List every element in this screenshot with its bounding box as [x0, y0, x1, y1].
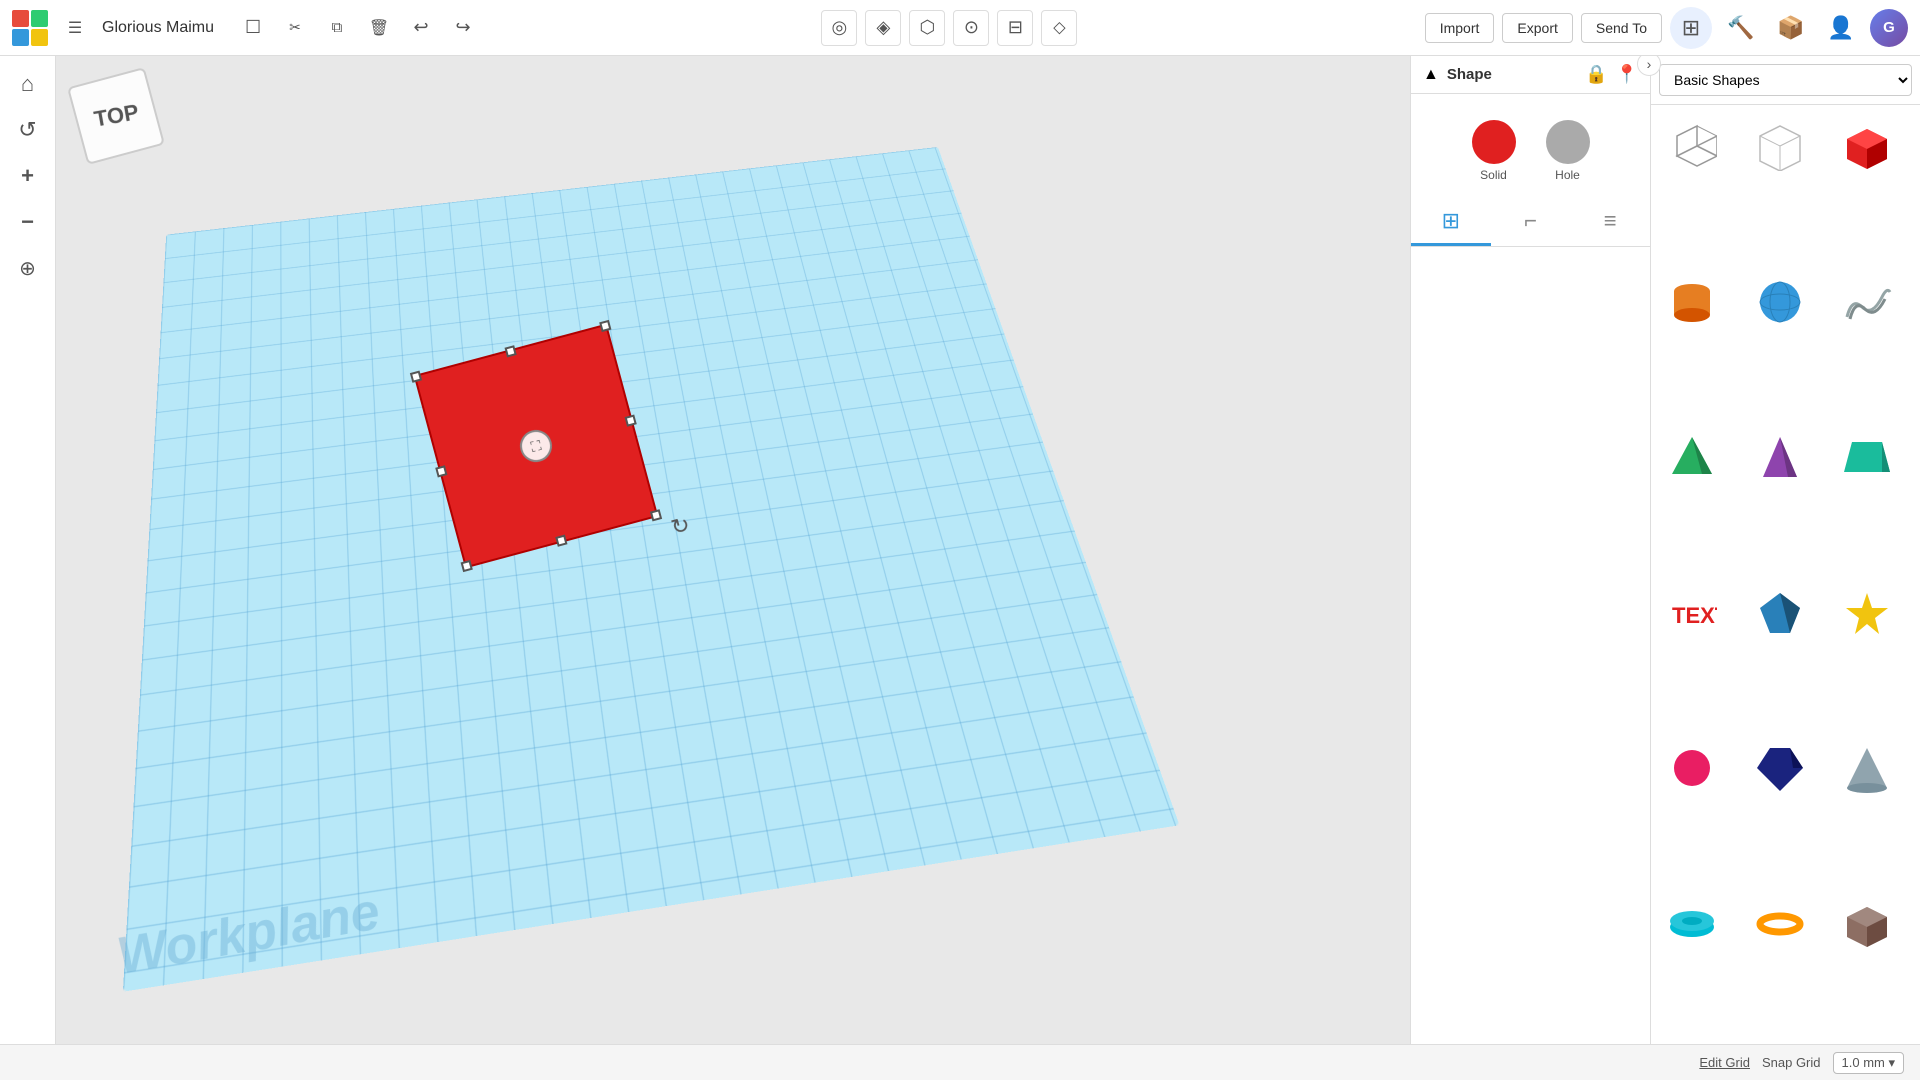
send-to-button[interactable]: Send To: [1581, 13, 1662, 43]
handle-tm[interactable]: [505, 345, 517, 357]
shape-collapse-button[interactable]: ▲: [1423, 66, 1439, 84]
shape-item-star-yellow[interactable]: [1832, 578, 1902, 648]
shape-item-spiral[interactable]: [1832, 267, 1902, 337]
shape-item-prism-teal[interactable]: [1832, 422, 1902, 492]
zoom-in-button[interactable]: +: [8, 156, 48, 196]
hole-circle: [1546, 120, 1590, 164]
canvas-area[interactable]: Workplane TOP ⛶ ↻: [56, 56, 1410, 1044]
select-tool-button[interactable]: ⬡: [909, 10, 945, 46]
solid-type[interactable]: Solid: [1472, 120, 1516, 182]
panel-tabs: ⊞ ⌐ ≡: [1411, 198, 1650, 247]
redo-button[interactable]: ↪: [444, 9, 482, 47]
shape-item-cylinder[interactable]: [1657, 267, 1727, 337]
view-indicator: TOP: [67, 67, 165, 165]
more-button[interactable]: ⊕: [8, 248, 48, 288]
solid-label: Solid: [1480, 168, 1507, 182]
add-user-button[interactable]: 👤: [1820, 7, 1862, 49]
workplane: [123, 147, 1180, 992]
import-button[interactable]: Import: [1425, 13, 1495, 43]
shape-props-panel: ▲ Shape 🔒 📍 Solid Hole ⊞ ⌐ ≡: [1410, 56, 1650, 1044]
geoloc-tool-button[interactable]: ◈: [865, 10, 901, 46]
shape-types: Solid Hole: [1411, 104, 1650, 198]
handle-tl[interactable]: [410, 371, 422, 383]
toolbar-icons: ☐ ✂ ⧉ 🗑 ↩ ↪: [234, 9, 482, 47]
logo-sq-yellow: [31, 29, 48, 46]
zoom-out-button[interactable]: −: [8, 202, 48, 242]
align-tool-button[interactable]: ⊟: [997, 10, 1033, 46]
shape-item-box-wire2[interactable]: [1745, 111, 1815, 181]
shape-pin-button[interactable]: 📍: [1616, 64, 1638, 85]
undo-button[interactable]: ↩: [402, 9, 440, 47]
left-sidebar: ⌂ ↺ + − ⊕: [0, 56, 56, 1044]
shape-item-box-wire[interactable]: [1657, 111, 1727, 181]
shapes-lib-panel: › Basic Shapes: [1650, 56, 1920, 1044]
measure-tool-button[interactable]: ⊙: [953, 10, 989, 46]
svg-text:TEXT: TEXT: [1672, 603, 1717, 628]
snap-grid-label: Snap Grid: [1762, 1055, 1821, 1070]
logo-sq-red: [12, 10, 29, 27]
workplane-grid: [123, 147, 1180, 992]
mirror-tool-button[interactable]: ⬦: [1041, 10, 1077, 46]
bottombar: Edit Grid Snap Grid 1.0 mm ▾: [0, 1044, 1920, 1080]
user-avatar[interactable]: G: [1870, 9, 1908, 47]
shapes-selector: Basic Shapes: [1651, 56, 1920, 105]
shape-item-gem-blue[interactable]: [1745, 578, 1815, 648]
main: ⌂ ↺ + − ⊕ Workplane TOP ⛶: [0, 56, 1920, 1044]
view-label: TOP: [92, 99, 141, 132]
shape-item-box-brown[interactable]: [1832, 889, 1902, 959]
shape-item-text-red[interactable]: TEXT: [1657, 578, 1727, 648]
export-button[interactable]: Export: [1502, 13, 1572, 43]
handle-ml[interactable]: [435, 465, 447, 477]
duplicate-button[interactable]: ⧉: [318, 9, 356, 47]
shape-title: Shape: [1447, 66, 1577, 83]
snap-grid-value[interactable]: 1.0 mm ▾: [1833, 1052, 1904, 1074]
shape-item-box-solid[interactable]: [1832, 111, 1902, 181]
shape-item-sphere[interactable]: [1745, 267, 1815, 337]
snap-tool-button[interactable]: ◎: [821, 10, 857, 46]
shape-item-disc-cyan[interactable]: [1657, 889, 1727, 959]
shape-item-torus-orange[interactable]: [1745, 889, 1815, 959]
rotate-button[interactable]: ↺: [8, 110, 48, 150]
menu-button[interactable]: ☰: [56, 9, 94, 47]
right-container: ▲ Shape 🔒 📍 Solid Hole ⊞ ⌐ ≡: [1410, 56, 1920, 1044]
move-icon[interactable]: ⛶: [516, 426, 555, 465]
shape-lock-button[interactable]: 🔒: [1585, 64, 1607, 85]
shape-item-blob-magenta[interactable]: [1657, 733, 1727, 803]
tab-notes[interactable]: ≡: [1570, 198, 1650, 246]
logo-sq-green: [31, 10, 48, 27]
shape-header: ▲ Shape 🔒 📍: [1411, 56, 1650, 94]
home-button[interactable]: ⌂: [8, 64, 48, 104]
new-button[interactable]: ☐: [234, 9, 272, 47]
tab-grid[interactable]: ⊞: [1411, 198, 1491, 246]
tools-button[interactable]: 🔨: [1720, 7, 1762, 49]
delete-button[interactable]: 🗑: [360, 9, 398, 47]
shape-item-pyramid-green[interactable]: [1657, 422, 1727, 492]
logo-block: ☰ Glorious Maimu: [12, 9, 214, 47]
shapes-grid: TEXT: [1651, 105, 1920, 1044]
topbar-right: Import Export Send To ⊞ 🔨 📦 👤 G: [1425, 7, 1908, 49]
shape-item-pyramid-purple[interactable]: [1745, 422, 1815, 492]
cut-button[interactable]: ✂: [276, 9, 314, 47]
logo-sq-blue: [12, 29, 29, 46]
hole-label: Hole: [1555, 168, 1580, 182]
edit-grid-button[interactable]: Edit Grid: [1699, 1055, 1750, 1070]
topbar: ☰ Glorious Maimu ☐ ✂ ⧉ 🗑 ↩ ↪ ◎ ◈ ⬡ ⊙ ⊟ ⬦…: [0, 0, 1920, 56]
grid-view-button[interactable]: ⊞: [1670, 7, 1712, 49]
shapes-button[interactable]: 📦: [1770, 7, 1812, 49]
hole-type[interactable]: Hole: [1546, 120, 1590, 182]
tab-angle[interactable]: ⌐: [1491, 198, 1571, 246]
shape-item-cone-gray[interactable]: [1832, 733, 1902, 803]
app-title: Glorious Maimu: [102, 19, 214, 37]
solid-circle: [1472, 120, 1516, 164]
shapes-dropdown[interactable]: Basic Shapes: [1659, 64, 1912, 96]
shape-item-gem-navy[interactable]: [1745, 733, 1815, 803]
center-tools: ◎ ◈ ⬡ ⊙ ⊟ ⬦: [821, 10, 1077, 46]
logo-icon: [12, 10, 48, 46]
